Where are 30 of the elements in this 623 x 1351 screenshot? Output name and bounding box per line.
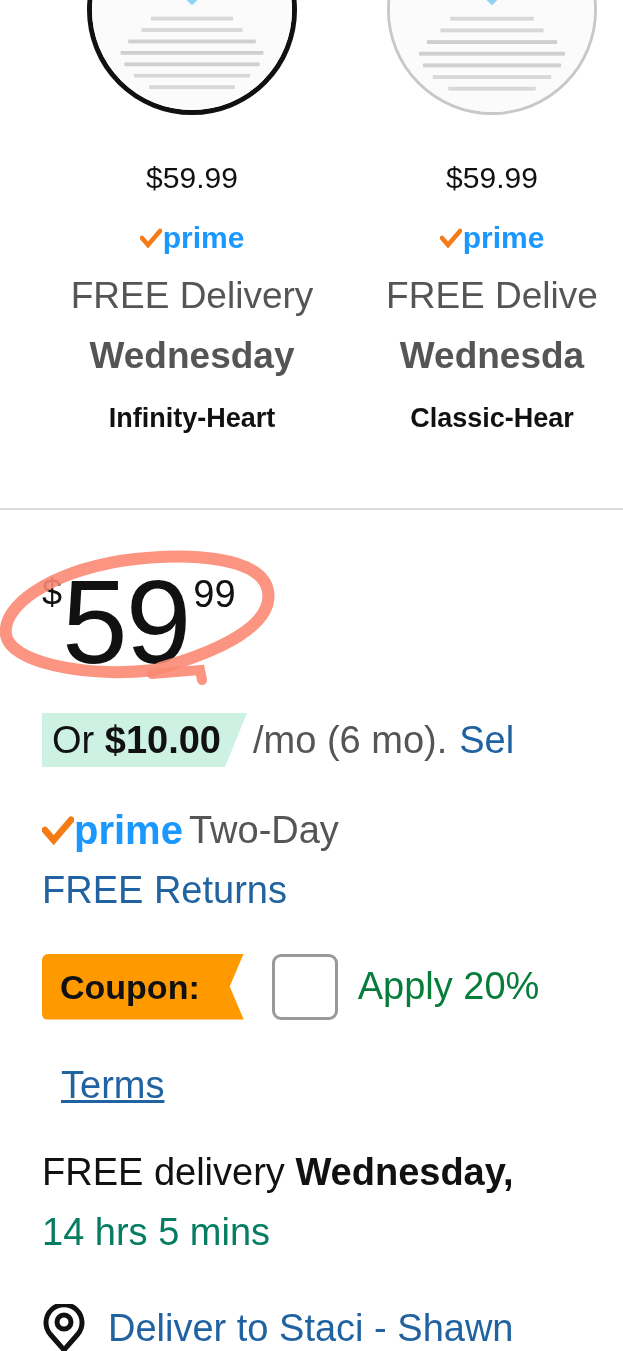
price-fraction: 99 xyxy=(193,575,236,613)
prime-logo: prime xyxy=(74,807,183,853)
check-icon xyxy=(42,815,74,845)
swatch-price: $59.99 xyxy=(146,160,238,196)
terms-link[interactable]: Terms xyxy=(61,1063,165,1107)
check-icon xyxy=(139,228,162,248)
installment-badge: Or $10.00 xyxy=(42,713,247,767)
delivery-label: FREE Delive xyxy=(386,274,598,318)
swatch-price: $59.99 xyxy=(446,160,538,196)
prime-logo: prime xyxy=(462,220,545,256)
delivery-day: Wednesda xyxy=(399,331,585,381)
price-whole: 59 xyxy=(62,563,190,681)
select-link[interactable]: Sel xyxy=(459,718,515,762)
prime-logo: prime xyxy=(162,220,245,256)
returns-link[interactable]: FREE Returns xyxy=(42,868,287,912)
coupon-badge: Coupon: xyxy=(42,953,244,1020)
delivery-text: FREE delivery Wednesday, xyxy=(42,1150,514,1194)
swatch-name: Infinity-Heart xyxy=(108,402,276,435)
deliver-to-link[interactable]: Deliver to Staci - Shawn xyxy=(108,1306,514,1350)
swatch-name: Classic-Hear xyxy=(410,402,574,435)
check-icon xyxy=(439,228,462,248)
location-pin-icon xyxy=(42,1304,86,1351)
delivery-day: Wednesday xyxy=(89,331,295,381)
coupon-text: Apply 20% xyxy=(357,965,540,1008)
installment-text: /mo (6 mo). xyxy=(253,718,448,762)
delivery-speed: Two-Day xyxy=(188,808,339,852)
coupon-checkbox[interactable] xyxy=(271,953,338,1020)
delivery-label: FREE Delivery xyxy=(70,274,314,318)
currency-symbol: $ xyxy=(42,575,63,611)
countdown-text: 14 hrs 5 mins xyxy=(42,1210,271,1254)
